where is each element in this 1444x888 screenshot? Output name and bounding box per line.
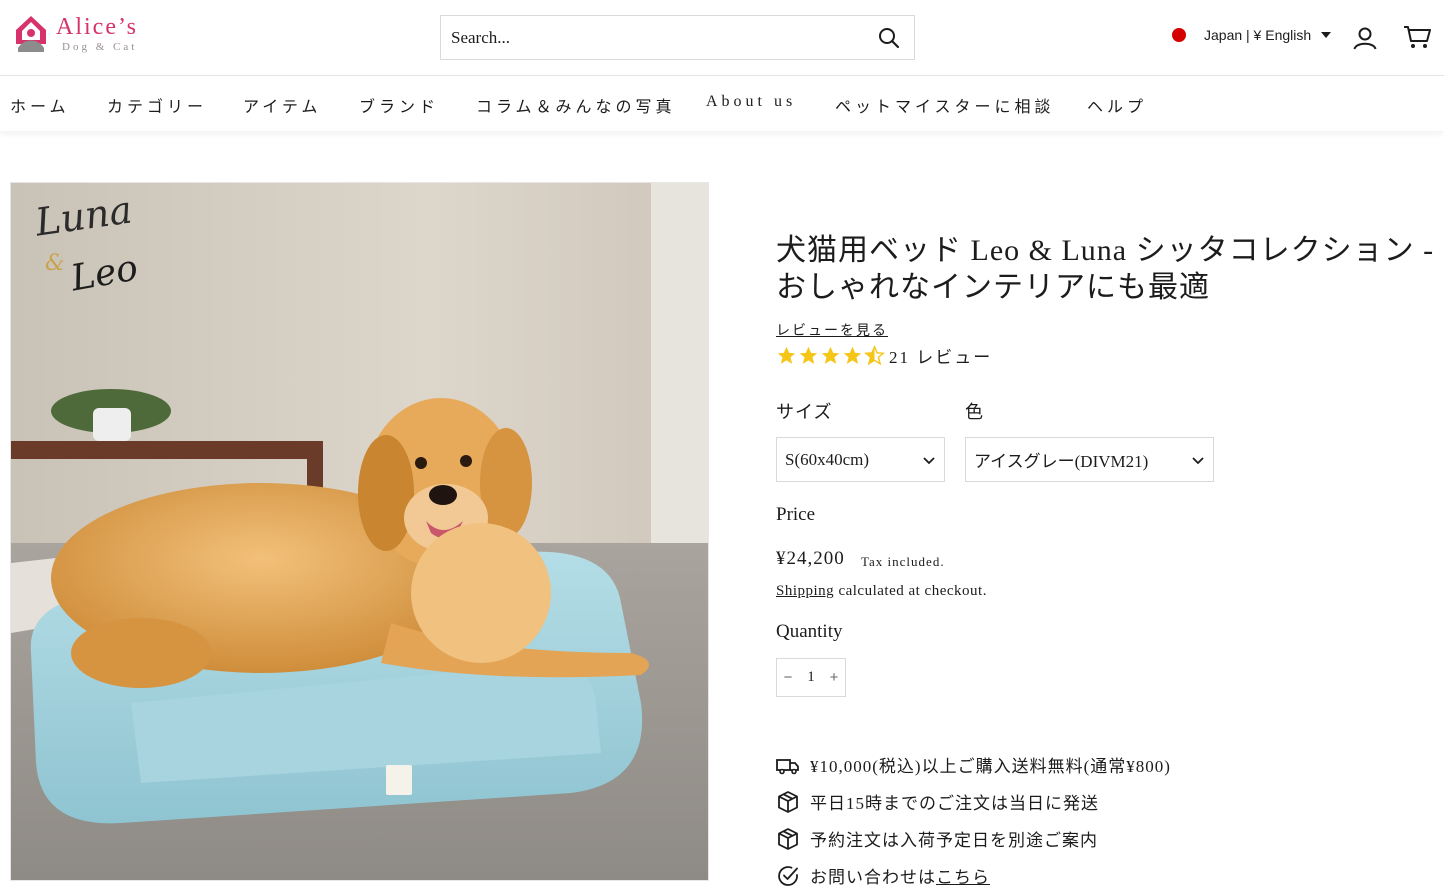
star-half-icon: [864, 345, 885, 366]
japan-flag-icon: [1170, 26, 1188, 44]
review-link[interactable]: レビューを見る: [776, 320, 888, 340]
tax-note: Tax included.: [861, 554, 945, 569]
search-bar: [440, 15, 915, 60]
contact-link[interactable]: こちら: [936, 868, 990, 887]
search-input[interactable]: [441, 16, 864, 59]
star-full-icon: [777, 346, 796, 364]
quantity-increase-button[interactable]: +: [823, 669, 845, 686]
product-image[interactable]: Luna & Leo: [10, 182, 709, 881]
product-title-line1: 犬猫用ベッド Leo & Luna シッタコレクション -: [776, 234, 1435, 267]
color-label: 色: [965, 402, 984, 422]
nav-item-column[interactable]: コラム＆みんなの写真: [476, 93, 676, 117]
feature-text: 平日15時までのご注文は当日に発送: [810, 794, 1099, 813]
quantity-label: Quantity: [776, 621, 843, 642]
main-nav: ホーム カテゴリー アイテム ブランド コラム＆みんなの写真 About us …: [0, 76, 1444, 131]
cart-icon[interactable]: [1403, 24, 1431, 50]
house-logo-icon: [16, 16, 46, 52]
shipping-link[interactable]: Shipping: [776, 583, 834, 599]
star-rating: [776, 345, 885, 366]
price-value: ¥24,200: [776, 548, 845, 569]
box-icon: [778, 827, 798, 850]
nav-item-consult[interactable]: ペットマイスターに相談: [835, 93, 1055, 117]
box-icon: [778, 790, 798, 813]
site-logo[interactable]: Alice’s Dog & Cat: [14, 14, 138, 54]
search-button[interactable]: [864, 16, 914, 59]
quantity-stepper: − 1 +: [776, 658, 846, 697]
size-select-value: S(60x40cm): [785, 449, 870, 469]
star-full-icon: [799, 346, 818, 364]
feature-free-shipping: ¥10,000(税込)以上ご購入送料無料(通常¥800): [776, 752, 1171, 777]
nav-item-category[interactable]: カテゴリー: [107, 93, 207, 117]
product-title: 犬猫用ベッド Leo & Luna シッタコレクション - おしゃれなインテリア…: [776, 232, 1436, 306]
chevron-down-icon: [1192, 456, 1204, 464]
check-circle-icon: [778, 865, 798, 886]
feature-same-day-shipping: 平日15時までのご注文は当日に発送: [776, 789, 1099, 814]
color-select[interactable]: アイスグレー(DIVM21): [965, 437, 1214, 482]
star-full-icon: [821, 346, 840, 364]
rating[interactable]: 21 レビュー: [776, 343, 992, 368]
feature-text: ¥10,000(税込)以上ご購入送料無料(通常¥800): [810, 757, 1171, 776]
nav-item-help[interactable]: ヘルプ: [1087, 93, 1147, 117]
search-icon: [879, 27, 900, 48]
quantity-value[interactable]: 1: [807, 669, 815, 686]
shipping-note: Shipping calculated at checkout.: [776, 583, 987, 600]
review-count: 21 レビュー: [889, 348, 993, 367]
site-header: Alice’s Dog & Cat Japan | ¥ English: [0, 0, 1444, 76]
quantity-decrease-button[interactable]: −: [777, 669, 799, 686]
size-label: サイズ: [776, 402, 833, 422]
feature-preorder: 予約注文は入荷予定日を別途ご案内: [776, 826, 1098, 851]
chevron-down-icon: [923, 456, 935, 464]
feature-text: お問い合わせはこちら: [810, 863, 990, 888]
truck-icon: [776, 758, 799, 774]
product-title-line2: おしゃれなインテリアにも最適: [776, 271, 1210, 304]
caret-down-icon: [1321, 32, 1332, 38]
nav-item-brand[interactable]: ブランド: [359, 93, 439, 117]
logo-subtitle: Dog & Cat: [62, 41, 138, 53]
price-label: Price: [776, 504, 816, 525]
brand-watermark-logo: Luna & Leo: [32, 187, 141, 300]
logo-name: Alice’s: [56, 14, 138, 40]
locale-selector[interactable]: Japan | ¥ English: [1170, 26, 1332, 44]
feature-contact: お問い合わせはこちら: [776, 863, 990, 888]
feature-contact-text: お問い合わせは: [810, 868, 936, 887]
account-icon[interactable]: [1352, 25, 1378, 51]
feature-text: 予約注文は入荷予定日を別途ご案内: [810, 831, 1098, 850]
star-full-icon: [843, 346, 862, 364]
size-select[interactable]: S(60x40cm): [776, 437, 945, 482]
product-info: 犬猫用ベッド Leo & Luna シッタコレクション - おしゃれなインテリア…: [776, 232, 1436, 887]
shipping-note-text: calculated at checkout.: [834, 583, 987, 599]
nav-item-home[interactable]: ホーム: [10, 93, 70, 117]
nav-item-items[interactable]: アイテム: [243, 93, 321, 117]
locale-text: Japan | ¥ English: [1204, 27, 1312, 43]
nav-item-about[interactable]: About us: [706, 93, 796, 111]
color-select-value: アイスグレー(DIVM21): [974, 452, 1149, 471]
